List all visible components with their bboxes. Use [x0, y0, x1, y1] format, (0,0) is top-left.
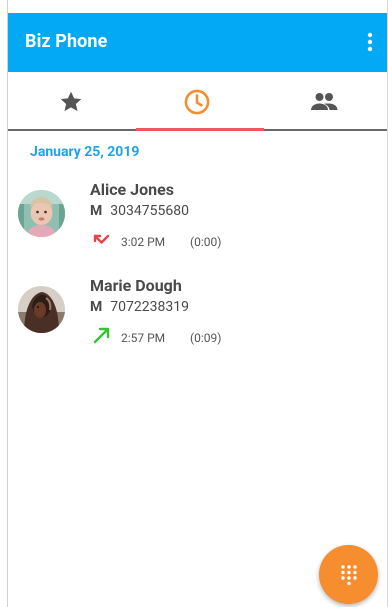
call-duration: (0:00) [190, 235, 222, 249]
phone-type-label: M [90, 203, 103, 219]
star-icon [60, 91, 82, 111]
call-log-item[interactable]: Marie Dough M 7072238319 2:57 PM (0:09) [8, 270, 387, 360]
active-tab-indicator [136, 128, 264, 131]
dialpad-button[interactable] [319, 545, 378, 604]
status-strip [0, 0, 388, 7]
more-vert-icon [367, 32, 373, 52]
dialpad-icon [340, 564, 357, 585]
call-duration: (0:09) [190, 331, 222, 345]
call-time: 3:02 PM [121, 235, 166, 249]
call-time: 2:57 PM [121, 331, 166, 345]
contact-photo [18, 190, 65, 237]
tab-bar [8, 72, 387, 131]
app-screen: Biz Phone January 25, 2019 Alice Jones M… [0, 0, 388, 607]
phone-type-label: M [90, 299, 103, 315]
tab-favorites[interactable] [8, 72, 134, 131]
phone-number-line: M 7072238319 [90, 299, 189, 315]
avatar [18, 286, 65, 333]
contact-name: Alice Jones [90, 180, 174, 199]
tab-recents[interactable] [134, 72, 260, 131]
app-title: Biz Phone [25, 31, 108, 52]
overflow-menu-button[interactable] [359, 27, 381, 57]
phone-number: 3034755680 [110, 203, 189, 219]
contact-photo [18, 286, 65, 333]
phone-number-line: M 3034755680 [90, 203, 189, 219]
avatar [18, 190, 65, 237]
contact-name: Marie Dough [90, 276, 182, 295]
call-log-item[interactable]: Alice Jones M 3034755680 3:02 PM (0:00) [8, 174, 387, 264]
missed-call-icon [93, 234, 110, 244]
date-header: January 25, 2019 [30, 144, 140, 160]
phone-number: 7072238319 [110, 299, 189, 315]
clock-icon [184, 89, 210, 114]
tab-contacts[interactable] [261, 72, 387, 131]
outgoing-call-icon [93, 327, 110, 344]
app-bar: Biz Phone [8, 13, 387, 72]
people-icon [311, 92, 338, 110]
